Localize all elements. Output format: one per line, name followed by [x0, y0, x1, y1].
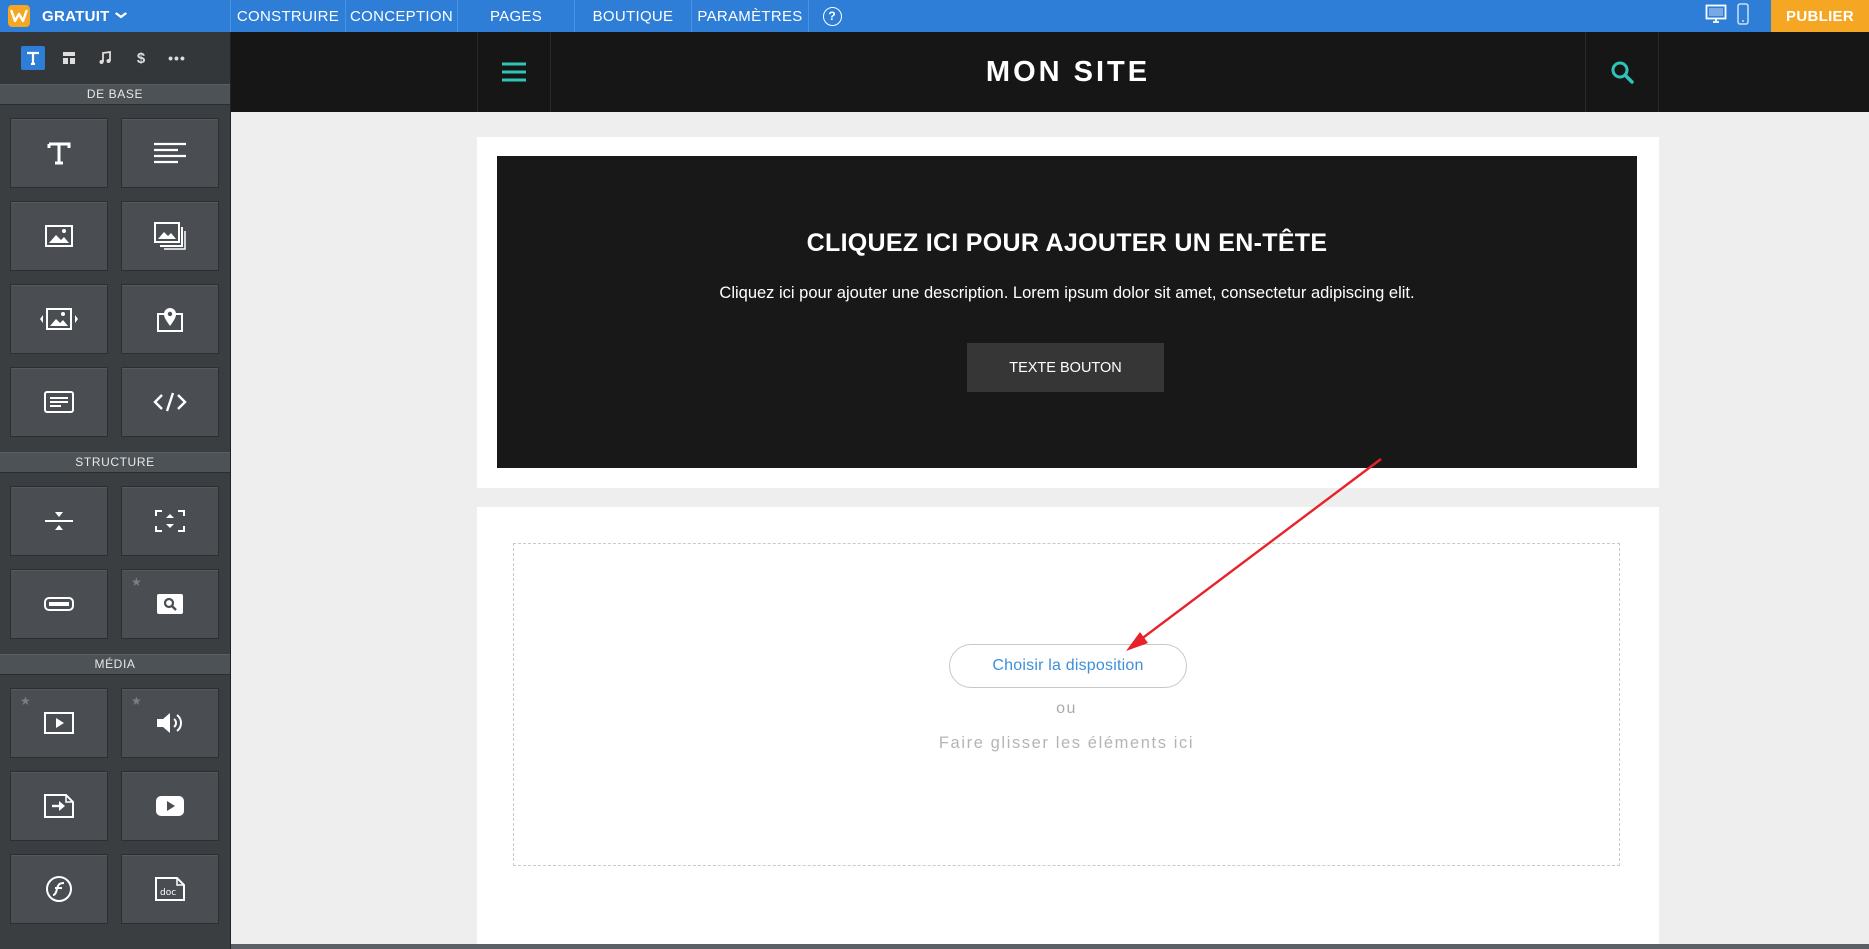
section-header-structure: STRUCTURE	[0, 452, 230, 473]
title-icon	[47, 142, 71, 165]
audio-icon	[157, 713, 182, 733]
video-icon	[44, 712, 74, 734]
nav-boutique[interactable]: BOUTIQUE	[575, 0, 692, 32]
spacer-element[interactable]	[121, 486, 219, 556]
audio-element[interactable]: ★	[121, 688, 219, 758]
site-header: MON SITE	[231, 32, 1869, 112]
or-label: ou	[1056, 700, 1077, 717]
divider-icon	[45, 512, 73, 530]
top-toolbar: GRATUIT CONSTRUIRE CONCEPTION PAGES BOUT…	[0, 0, 1869, 32]
divider-element[interactable]	[10, 486, 108, 556]
nav-parametres[interactable]: PARAMÈTRES	[692, 0, 809, 32]
banner-section: CLIQUEZ ICI POUR AJOUTER UN EN-TÊTE Cliq…	[477, 137, 1659, 488]
mobile-view-icon[interactable]	[1737, 2, 1749, 30]
paragraph-icon	[154, 142, 186, 164]
youtube-element[interactable]	[121, 771, 219, 841]
map-element[interactable]	[121, 284, 219, 354]
banner-description[interactable]: Cliquez ici pour ajouter une description…	[497, 284, 1637, 303]
document-element[interactable]: doc	[121, 854, 219, 924]
bottom-strip	[231, 944, 1869, 949]
more-tab-icon[interactable]: •••	[165, 46, 189, 70]
title-element[interactable]	[10, 118, 108, 188]
plan-selector[interactable]: GRATUIT	[0, 0, 231, 32]
slideshow-icon	[40, 308, 78, 330]
image-icon	[45, 225, 73, 247]
video-element[interactable]: ★	[10, 688, 108, 758]
button-icon	[44, 597, 74, 611]
choose-layout-button[interactable]: Choisir la disposition	[949, 644, 1187, 688]
elements-sidebar: $ ••• DE BASE STRUCTURE ★ MÉDIA ★ ★ doc	[0, 32, 231, 949]
flash-icon	[46, 876, 72, 902]
premium-star-icon: ★	[131, 694, 142, 708]
embed-code-element[interactable]	[121, 367, 219, 437]
hamburger-menu-icon	[502, 62, 526, 82]
dollar-tab-icon[interactable]: $	[129, 46, 153, 70]
spacer-icon	[155, 510, 185, 532]
chevron-down-icon	[114, 10, 127, 22]
publish-button[interactable]: PUBLIER	[1771, 0, 1869, 32]
gallery-icon	[154, 222, 186, 250]
nav-conception[interactable]: CONCEPTION	[346, 0, 458, 32]
text-tab-icon[interactable]	[21, 46, 45, 70]
svg-text:doc: doc	[160, 888, 176, 898]
slideshow-element[interactable]	[10, 284, 108, 354]
document-upload-element[interactable]	[10, 771, 108, 841]
banner-heading[interactable]: CLIQUEZ ICI POUR AJOUTER UN EN-TÊTE	[497, 229, 1637, 258]
structure-elements-grid: ★	[0, 473, 230, 639]
editor-canvas: MON SITE CLIQUEZ ICI POUR AJOUTER UN EN-…	[231, 32, 1869, 944]
premium-star-icon: ★	[131, 575, 142, 589]
nav-construire[interactable]: CONSTRUIRE	[231, 0, 346, 32]
search-icon	[1611, 61, 1634, 84]
button-element[interactable]	[10, 569, 108, 639]
map-icon	[157, 308, 183, 332]
flash-element[interactable]	[10, 854, 108, 924]
drop-zone[interactable]: Choisir la disposition ou Faire glisser …	[513, 543, 1620, 866]
basic-elements-grid	[0, 105, 230, 437]
search-box-icon	[157, 594, 183, 614]
weebly-logo-icon	[8, 5, 30, 27]
gallery-element[interactable]	[121, 201, 219, 271]
banner[interactable]: CLIQUEZ ICI POUR AJOUTER UN EN-TÊTE Cliq…	[497, 156, 1637, 468]
site-title[interactable]: MON SITE	[551, 32, 1585, 112]
paragraph-element[interactable]	[121, 118, 219, 188]
youtube-icon	[156, 796, 184, 816]
banner-button[interactable]: TEXTE BOUTON	[967, 343, 1164, 392]
search-box-element[interactable]: ★	[121, 569, 219, 639]
document-upload-icon	[44, 794, 74, 818]
nav-pages[interactable]: PAGES	[458, 0, 575, 32]
section-header-basic: DE BASE	[0, 84, 230, 105]
site-search-button[interactable]	[1585, 32, 1659, 112]
premium-star-icon: ★	[20, 694, 31, 708]
layout-tab-icon[interactable]	[57, 46, 81, 70]
contact-form-element[interactable]	[10, 367, 108, 437]
drag-hint: Faire glisser les éléments ici	[938, 734, 1195, 752]
music-tab-icon[interactable]	[93, 46, 117, 70]
contact-form-icon	[44, 391, 74, 413]
media-elements-grid: ★ ★ doc	[0, 675, 230, 924]
section-header-media: MÉDIA	[0, 654, 230, 675]
image-element[interactable]	[10, 201, 108, 271]
embed-code-icon	[153, 392, 187, 412]
document-icon: doc	[155, 877, 185, 901]
sidebar-tabs: $ •••	[0, 32, 230, 84]
plan-label: GRATUIT	[42, 7, 110, 25]
hamburger-menu-button[interactable]	[477, 32, 551, 112]
desktop-view-icon[interactable]	[1705, 4, 1727, 29]
empty-section: Choisir la disposition ou Faire glisser …	[477, 507, 1659, 944]
help-icon: ?	[822, 6, 842, 26]
help-button[interactable]: ?	[809, 0, 855, 32]
